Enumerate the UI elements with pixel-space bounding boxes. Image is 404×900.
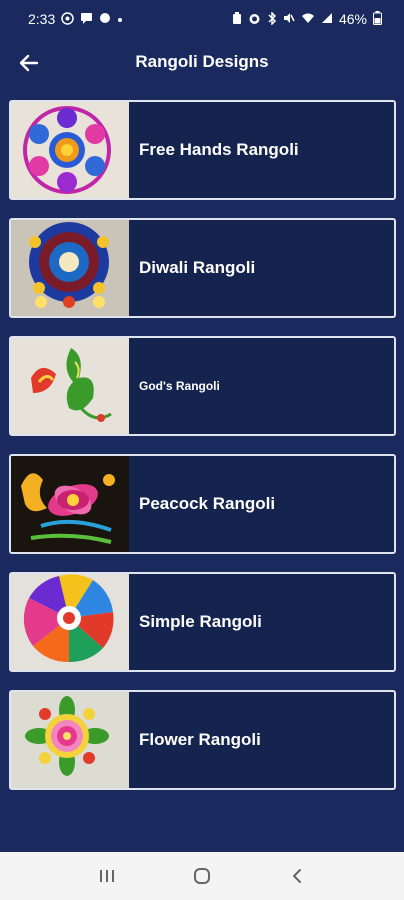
system-back-button[interactable]	[277, 861, 317, 891]
app-bar: Rangoli Designs	[0, 38, 404, 88]
simple-rangoli-thumbnail	[11, 574, 129, 670]
gods-rangoli-thumbnail	[11, 338, 129, 434]
category-card-gods[interactable]: God's Rangoli	[9, 336, 396, 436]
status-right: 46%	[232, 10, 382, 27]
category-card-flower[interactable]: Flower Rangoli	[9, 690, 396, 790]
recents-icon	[100, 870, 115, 882]
home-icon	[193, 868, 210, 884]
category-label: Simple Rangoli	[139, 612, 262, 631]
status-time: 2:33	[28, 11, 56, 27]
battery-percent: 46%	[338, 11, 367, 27]
flower-rangoli-thumbnail	[11, 692, 129, 788]
free-hands-rangoli-thumbnail	[11, 102, 129, 198]
alarm-icon	[248, 12, 261, 27]
category-label: Diwali Rangoli	[139, 258, 256, 277]
page-title: Rangoli Designs	[135, 52, 269, 71]
status-left: 2:33	[28, 11, 123, 27]
category-card-simple[interactable]: Simple Rangoli	[9, 572, 396, 672]
signal-icon	[321, 12, 333, 26]
dot-icon	[117, 13, 123, 25]
category-card-diwali[interactable]: Diwali Rangoli	[9, 218, 396, 318]
whatsapp-icon	[61, 11, 74, 27]
category-label: Flower Rangoli	[139, 730, 261, 749]
notification-icon	[99, 12, 111, 26]
battery-icon	[373, 11, 382, 27]
category-label: Peacock Rangoli	[139, 494, 276, 513]
back-chevron-icon	[292, 869, 301, 883]
peacock-rangoli-thumbnail	[11, 456, 129, 552]
recents-button[interactable]	[87, 861, 127, 891]
message-icon	[80, 12, 93, 26]
category-card-free-hands[interactable]: Free Hands Rangoli	[9, 100, 396, 200]
category-card-peacock[interactable]: Peacock Rangoli	[9, 454, 396, 554]
home-button[interactable]	[182, 861, 222, 891]
bluetooth-icon	[267, 10, 277, 27]
category-label: Free Hands Rangoli	[139, 140, 299, 159]
diwali-rangoli-thumbnail	[11, 220, 129, 316]
mute-icon	[283, 12, 295, 26]
status-bar: 2:33 46%	[0, 0, 404, 38]
wifi-icon	[301, 12, 315, 26]
system-nav-bar	[0, 852, 404, 900]
battery-saver-icon	[232, 11, 242, 27]
category-label: God's Rangoli	[139, 379, 220, 393]
